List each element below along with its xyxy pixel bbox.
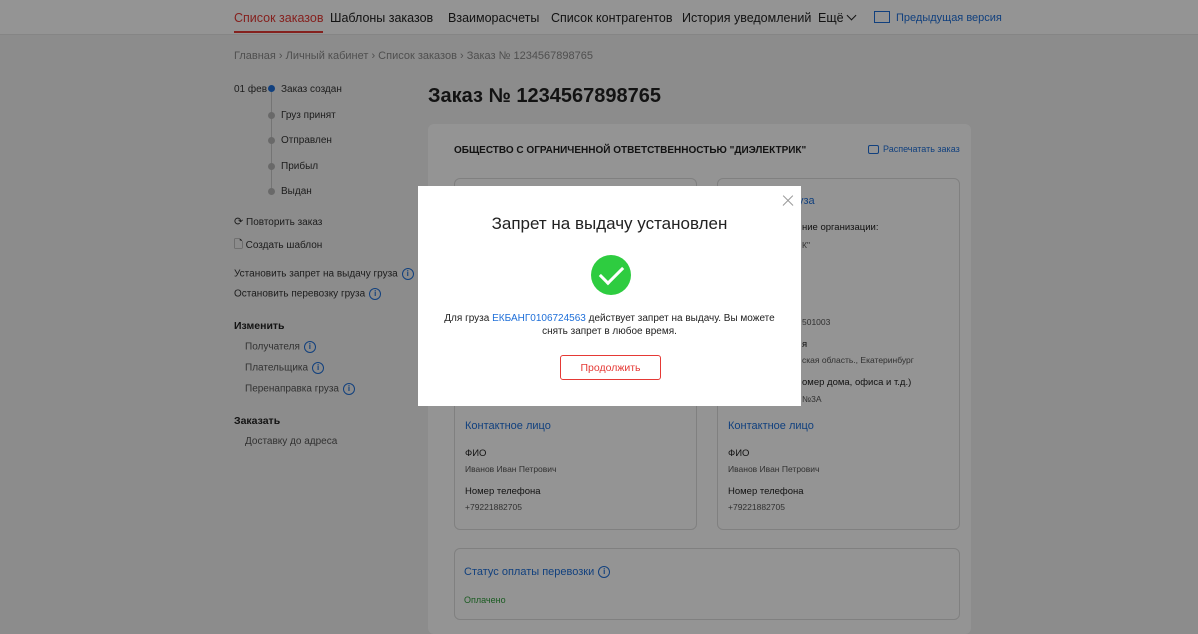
checkmark-icon <box>591 255 631 295</box>
close-icon[interactable] <box>781 194 795 208</box>
modal-text-before: Для груза <box>444 313 493 324</box>
modal-message: Для груза ЕКБАНГ0106724563 действует зап… <box>438 312 781 338</box>
modal-title: Запрет на выдачу установлен <box>491 214 728 233</box>
cargo-id-link[interactable]: ЕКБАНГ0106724563 <box>492 313 586 324</box>
continue-button[interactable]: Продолжить <box>560 355 661 380</box>
